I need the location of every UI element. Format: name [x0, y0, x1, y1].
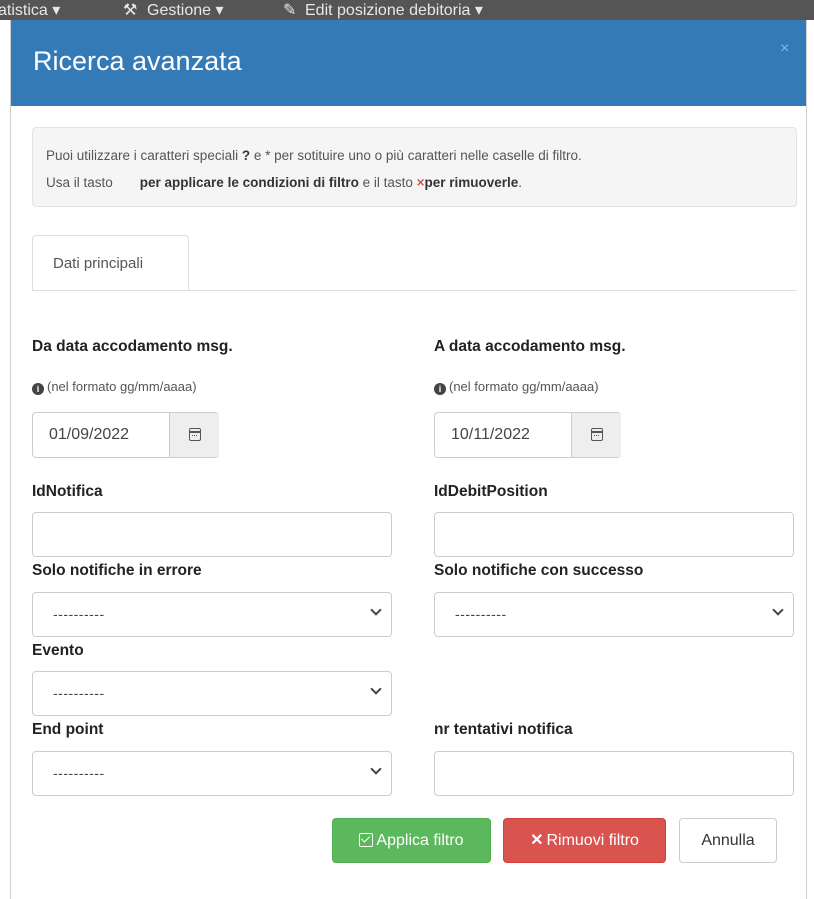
background-navbar: atistica ▾ ⚒ Gestione ▾ ✎ Edit posizione… — [0, 0, 814, 20]
nr-tentativi-label: nr tentativi notifica — [434, 721, 573, 738]
chevron-down-icon — [772, 604, 784, 616]
nav-statistica: atistica ▾ — [0, 2, 61, 19]
apply-filter-label: Applica filtro — [376, 832, 464, 849]
solo-errore-value: ---------- — [53, 606, 105, 622]
from-date-calendar-button[interactable] — [169, 413, 219, 457]
solo-errore-label: Solo notifiche in errore — [32, 562, 202, 579]
info-text: . — [518, 175, 523, 190]
to-date-group — [434, 412, 621, 458]
info-text: Puoi utilizzare i caratteri speciali — [46, 148, 242, 163]
info-icon: i — [32, 383, 44, 395]
end-point-label: End point — [32, 721, 104, 738]
info-question-mark: ? — [241, 148, 251, 163]
evento-label: Evento — [32, 642, 84, 659]
nr-tentativi-input[interactable] — [434, 751, 794, 796]
to-date-hint: i (nel formato gg/mm/aaaa) — [434, 379, 599, 395]
remove-x-icon: × — [416, 175, 425, 190]
info-text: e * per sotituire uno o più caratteri ne… — [250, 148, 582, 163]
from-date-group — [32, 412, 219, 458]
solo-successo-value: ---------- — [455, 606, 507, 622]
apply-filter-button[interactable]: Applica filtro — [332, 818, 491, 863]
solo-successo-select[interactable]: ---------- — [434, 592, 794, 637]
to-date-input[interactable] — [435, 413, 571, 457]
from-date-hint-text: (nel formato gg/mm/aaaa) — [47, 379, 197, 394]
edit-icon: ✎ — [283, 2, 297, 19]
info-box: Puoi utilizzare i caratteri speciali ? e… — [32, 127, 797, 207]
from-date-input[interactable] — [33, 413, 169, 457]
background-page-right — [806, 20, 814, 899]
remove-filter-label: Rimuovi filtro — [546, 832, 639, 849]
info-bold-apply: per applicare le condizioni di filtro — [139, 175, 359, 190]
info-line-2: Usa il tasto per applicare le condizioni … — [46, 175, 522, 190]
end-point-value: ---------- — [53, 765, 105, 781]
modal-title: Ricerca avanzata — [33, 46, 242, 76]
remove-filter-button[interactable]: ✕ Rimuovi filtro — [503, 818, 666, 863]
advanced-search-modal: Ricerca avanzata × Puoi utilizzare i car… — [11, 20, 806, 899]
solo-successo-label: Solo notifiche con successo — [434, 562, 644, 579]
info-text: e il tasto — [358, 175, 417, 190]
check-square-icon — [359, 833, 374, 847]
id-debit-position-label: IdDebitPosition — [434, 483, 548, 500]
chevron-down-icon — [370, 604, 382, 616]
solo-errore-select[interactable]: ---------- — [32, 592, 392, 637]
to-date-calendar-button[interactable] — [571, 413, 621, 457]
info-text: Usa il tasto — [46, 175, 113, 190]
calendar-icon — [189, 428, 201, 441]
from-date-label: Da data accodamento msg. — [32, 338, 233, 355]
close-icon: ✕ — [530, 832, 544, 849]
nav-gestione: Gestione ▾ — [147, 2, 224, 19]
tab-dati-principali[interactable]: Dati principali — [32, 235, 189, 291]
info-icon: i — [434, 383, 446, 395]
cancel-button[interactable]: Annulla — [679, 818, 777, 863]
id-notifica-input[interactable] — [32, 512, 392, 557]
id-notifica-label: IdNotifica — [32, 483, 103, 500]
end-point-select[interactable]: ---------- — [32, 751, 392, 796]
id-debit-position-input[interactable] — [434, 512, 794, 557]
close-icon[interactable]: × — [780, 40, 789, 58]
evento-value: ---------- — [53, 685, 105, 701]
chevron-down-icon — [370, 683, 382, 695]
nav-edit-posizione: Edit posizione debitoria ▾ — [305, 2, 483, 19]
wrench-icon: ⚒ — [123, 2, 138, 19]
to-date-hint-text: (nel formato gg/mm/aaaa) — [449, 379, 599, 394]
calendar-icon — [591, 428, 603, 441]
chevron-down-icon — [370, 763, 382, 775]
from-date-hint: i (nel formato gg/mm/aaaa) — [32, 379, 197, 395]
to-date-label: A data accodamento msg. — [434, 338, 626, 355]
tab-divider — [32, 290, 797, 291]
info-bold-remove: per rimuoverle — [424, 175, 519, 190]
evento-select[interactable]: ---------- — [32, 671, 392, 716]
background-page-left — [0, 20, 11, 899]
modal-header: Ricerca avanzata × — [11, 20, 806, 106]
info-line-1: Puoi utilizzare i caratteri speciali ? e… — [46, 148, 582, 163]
